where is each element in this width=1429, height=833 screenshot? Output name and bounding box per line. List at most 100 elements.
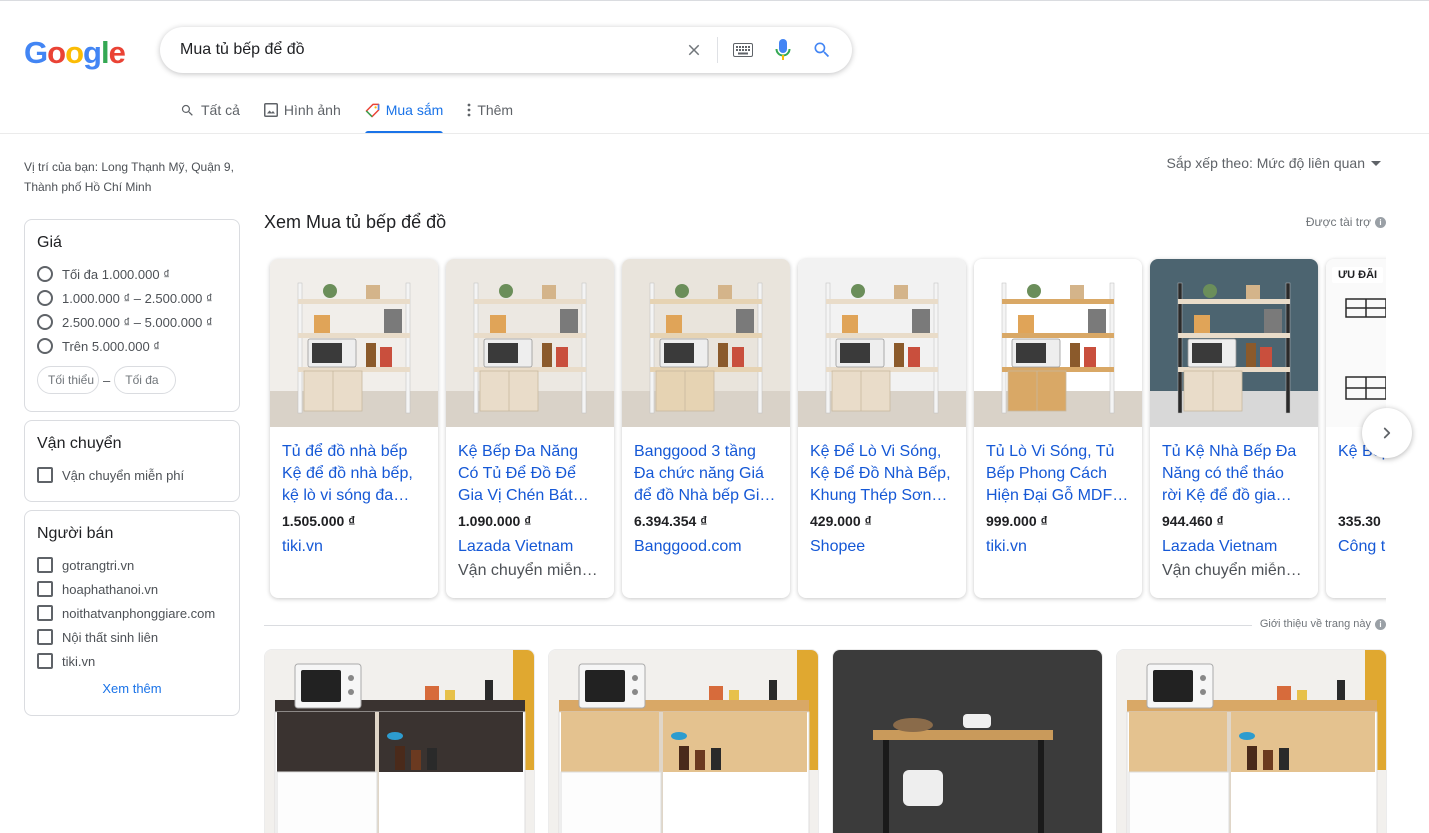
search-divider (717, 37, 718, 63)
product-title[interactable]: Banggood 3 tầng Đa chức năng Giá để đồ N… (634, 441, 778, 507)
product-title[interactable]: Kệ Bếp Đa Năng Có Tủ Để Đồ Để Gia Vị Ché… (458, 441, 602, 507)
product-grid-item[interactable] (548, 649, 819, 833)
option-label: gotrangtri.vn (62, 557, 135, 573)
chevron-right-icon (1383, 427, 1391, 439)
product-seller[interactable]: Lazada Vietnam (458, 538, 602, 556)
info-icon: i (1375, 216, 1386, 228)
radio-icon (37, 290, 53, 306)
price-option[interactable]: 1.000.000 ₫ – 2.500.000 ₫ (37, 286, 227, 310)
tab-label: Hình ảnh (283, 102, 341, 118)
microphone-icon[interactable] (771, 38, 795, 62)
logo-letter: e (108, 35, 126, 70)
option-label: Trên 5.000.000 ₫ (62, 338, 160, 354)
checkbox-icon (37, 629, 53, 645)
product-shipping: Vận chuyển miễn phí (1162, 562, 1306, 579)
price-filter: Giá Tối đa 1.000.000 ₫ 1.000.000 ₫ – 2.5… (24, 219, 240, 412)
product-title[interactable]: Tủ Kệ Nhà Bếp Đa Năng có thể tháo rời Kệ… (1162, 441, 1306, 507)
sponsored-text: Được tài trợ (1305, 215, 1371, 229)
option-label: 2.500.000 ₫ – 5.000.000 ₫ (62, 314, 213, 330)
max-price-input[interactable] (114, 366, 177, 394)
product-image: ƯU ĐÃI (1326, 259, 1386, 427)
product-seller[interactable]: Shopee (810, 538, 954, 556)
product-image (270, 259, 438, 427)
product-card[interactable]: Kệ Bếp Đa Năng Có Tủ Để Đồ Để Gia Vị Ché… (446, 259, 614, 598)
section-divider (264, 625, 1252, 626)
radio-icon (37, 338, 53, 354)
product-price: 999.000 ₫ (986, 513, 1048, 529)
checkbox-icon (37, 467, 53, 483)
product-image (549, 650, 818, 833)
google-logo[interactable]: Google (24, 35, 126, 71)
option-label: noithatvanphonggiare.com (62, 605, 216, 621)
product-title[interactable]: Tủ Lò Vi Sóng, Tủ Bếp Phong Cách Hiện Đạ… (986, 441, 1130, 507)
price-option[interactable]: Trên 5.000.000 ₫ (37, 334, 227, 358)
close-icon[interactable] (682, 38, 706, 62)
search-icon[interactable] (810, 38, 834, 62)
seller-option[interactable]: Nội thất sinh liên (37, 625, 227, 649)
product-seller[interactable]: Banggood.com (634, 538, 778, 556)
logo-letter: G (24, 35, 48, 70)
sponsored-label[interactable]: Được tài trợ i (1306, 215, 1386, 229)
search-input[interactable] (180, 27, 660, 73)
product-shipping: Vận chuyển miễn phí (458, 562, 602, 579)
logo-letter: l (100, 35, 110, 70)
keyboard-icon[interactable] (731, 38, 755, 62)
search-tabs: Tất cả Hình ảnh Mua sắm Thêm (180, 90, 537, 134)
option-label: Tối đa 1.000.000 ₫ (62, 266, 170, 282)
product-image (833, 650, 1102, 833)
option-label: 1.000.000 ₫ – 2.500.000 ₫ (62, 290, 213, 306)
promo-badge: ƯU ĐÃI (1332, 267, 1384, 283)
seller-option[interactable]: tiki.vn (37, 649, 227, 673)
carousel-next-button[interactable] (1362, 408, 1412, 458)
product-grid-item[interactable] (264, 649, 535, 833)
product-seller[interactable]: Lazada Vietnam (1162, 538, 1306, 556)
tab-all[interactable]: Tất cả (180, 90, 240, 134)
sort-dropdown[interactable]: Sắp xếp theo: Mức độ liên quan (1166, 155, 1381, 171)
product-seller[interactable]: Công t (1338, 538, 1386, 556)
product-card[interactable]: Tủ Kệ Nhà Bếp Đa Năng có thể tháo rời Kệ… (1150, 259, 1318, 598)
about-page-link[interactable]: Giới thiệu về trang này i (1260, 618, 1386, 630)
sort-label: Sắp xếp theo: Mức độ liên quan (1166, 155, 1365, 171)
tab-shopping[interactable]: Mua sắm (364, 90, 444, 134)
range-separator: – (103, 372, 111, 388)
product-image (622, 259, 790, 427)
see-more-link[interactable]: Xem thêm (37, 681, 227, 696)
seller-filter: Người bán gotrangtri.vn hoaphathanoi.vn … (24, 510, 240, 716)
tab-images[interactable]: Hình ảnh (263, 90, 341, 134)
product-carousel: Tủ để đồ nhà bếp Kệ để đồ nhà bếp, kệ lò… (264, 254, 1386, 604)
top-border (0, 0, 1429, 1)
location-text: Vị trí của bạn: Long Thạnh Mỹ, Quận 9, T… (24, 160, 234, 194)
price-option[interactable]: 2.500.000 ₫ – 5.000.000 ₫ (37, 310, 227, 334)
product-card[interactable]: Kệ Để Lò Vi Sóng, Kệ Để Đồ Nhà Bếp, Khun… (798, 259, 966, 598)
free-shipping-option[interactable]: Vận chuyển miễn phí (37, 463, 227, 487)
product-image (1117, 650, 1386, 833)
min-price-input[interactable] (37, 366, 99, 394)
seller-option[interactable]: hoaphathanoi.vn (37, 577, 227, 601)
seller-option[interactable]: noithatvanphonggiare.com (37, 601, 227, 625)
more-vert-icon (467, 102, 471, 118)
product-card[interactable]: Tủ Lò Vi Sóng, Tủ Bếp Phong Cách Hiện Đạ… (974, 259, 1142, 598)
tab-label: Mua sắm (385, 102, 444, 118)
seller-option[interactable]: gotrangtri.vn (37, 553, 227, 577)
image-icon (263, 102, 278, 118)
product-title[interactable]: Kệ Để Lò Vi Sóng, Kệ Để Đồ Nhà Bếp, Khun… (810, 441, 954, 507)
logo-letter: o (65, 35, 84, 70)
radio-icon (37, 314, 53, 330)
product-price: 429.000 ₫ (810, 513, 872, 529)
price-range-inputs: – (37, 366, 227, 394)
product-grid-item[interactable] (1116, 649, 1387, 833)
price-option[interactable]: Tối đa 1.000.000 ₫ (37, 262, 227, 286)
tab-more[interactable]: Thêm (467, 90, 513, 134)
product-grid-item[interactable] (832, 649, 1103, 833)
product-seller[interactable]: tiki.vn (986, 538, 1130, 556)
option-label: tiki.vn (62, 653, 96, 669)
product-card[interactable]: Tủ để đồ nhà bếp Kệ để đồ nhà bếp, kệ lò… (270, 259, 438, 598)
product-card[interactable]: Banggood 3 tầng Đa chức năng Giá để đồ N… (622, 259, 790, 598)
checkbox-icon (37, 557, 53, 573)
product-price: 335.30 (1338, 513, 1381, 529)
product-seller[interactable]: tiki.vn (282, 538, 426, 556)
product-title[interactable]: Tủ để đồ nhà bếp Kệ để đồ nhà bếp, kệ lò… (282, 441, 426, 507)
option-label: hoaphathanoi.vn (62, 581, 159, 597)
product-grid (264, 649, 1400, 833)
tab-label: Thêm (477, 102, 514, 118)
